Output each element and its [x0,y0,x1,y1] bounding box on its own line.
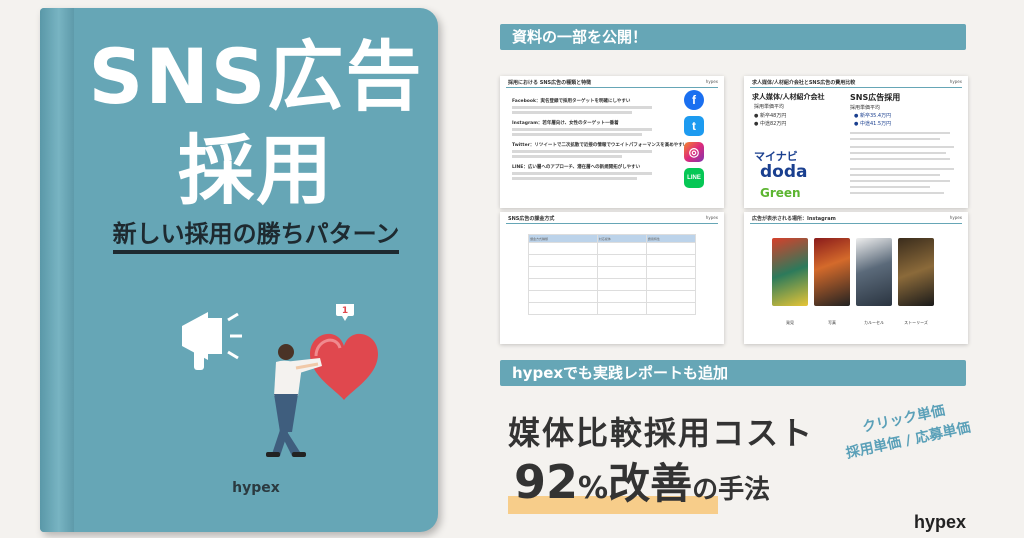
slide-divider [506,87,718,88]
slide-text-line [850,174,940,176]
slide-text-line [850,192,944,194]
table-header-cell: 対応媒体 [596,234,647,243]
slide-right-item: ● 中途41.5万円 [854,121,892,127]
table-header-cell: 課金方式種類 [528,234,598,243]
phone-screenshot [898,238,934,306]
instagram-icon: ◎ [684,142,704,162]
slide-text-line [512,111,632,114]
slide-heading: LINE：広い層へのアプローチ、潜在層への新規開拓がしやすい [512,165,641,170]
notification-badge-icon: 1 [336,304,354,321]
twitter-icon: t [684,116,704,136]
line-icon: LINE [684,168,704,188]
slide-text-line [512,155,622,158]
slide-text-line [512,177,637,180]
improvement-percent: % [578,471,609,506]
metrics-note: クリック単価 採用単価 / 応募単価 [833,394,979,466]
slide-text-line [850,146,954,148]
slide-brand: hypex [705,79,718,84]
slide-right-sub: 採用単価平均 [850,105,881,111]
slide-text-line [850,180,950,182]
phone-label: ストーリーズ [904,320,928,325]
facebook-icon: f [684,90,704,110]
slide-heading: Facebook：実名登録で採用ターゲットを明確にしやすい [512,99,631,104]
slide-text-line [850,138,940,140]
book-title-line1: SNS広告 [88,32,424,121]
phone-screenshot [814,238,850,306]
slide-text-line [850,158,950,160]
person-pushing-heart-illustration: 1 [182,304,378,457]
cost-comparison-title: 媒体比較採用コスト [508,414,815,452]
slide-divider [750,87,962,88]
slide-title: SNS広告の課金方式 [508,216,555,222]
phone-label: 写真 [828,320,836,325]
slide-left-sub: 採用単価平均 [754,104,785,110]
slide-right-item: ● 新卒35.4万円 [854,113,892,119]
table-row [528,302,697,315]
phone-label: カルーセル [864,320,884,325]
slide-text-line [850,132,950,134]
slide-left-item: ● 中途82万円 [754,121,787,127]
slide-text-line [850,168,954,170]
table-row [528,266,697,279]
book-brand: hypex [232,480,280,496]
book-spine [40,8,74,532]
phone-screenshot [856,238,892,306]
slide-text-line [512,150,652,153]
table-header-cell: 費用特性 [645,234,697,243]
green-logo: Green [760,186,801,200]
slide-cost-comparison: 求人媒体/人材紹介会社とSNS広告の費用比較 hypex 求人媒体/人材紹介会社… [744,76,968,208]
book-title: SNS広告 採用 [74,30,438,218]
slide-brand: hypex [949,79,962,84]
slide-text-line [512,133,642,136]
table-row [528,242,697,255]
book-title-line2: 採用 [178,126,334,215]
corner-brand-logo: hypex [914,512,967,532]
slide-title: 広告が表示される場所：Instagram [752,216,836,222]
table-row [528,290,697,303]
improvement-tail: の手法 [692,475,771,505]
book-subtitle-text: 新しい採用の勝ちパターン [112,220,400,254]
slide-text-line [850,152,946,154]
slide-title: 採用における SNS広告の種類と特徴 [508,80,592,86]
preview-banner: 資料の一部を公開！ [500,24,966,50]
slide-sns-ad-types: 採用における SNS広告の種類と特徴 hypex Facebook：実名登録で採… [500,76,724,208]
notification-count: 1 [342,306,348,316]
slide-right-heading: SNS広告採用 [850,93,901,102]
heart-icon [310,333,378,400]
slide-left-heading: 求人媒体/人材紹介会社 [752,93,825,101]
improvement-word: 改善 [608,459,693,508]
ebook-cover: SNS広告 採用 新しい採用の勝ちパターン 1 hypex [40,8,438,532]
book-subtitle: 新しい採用の勝ちパターン [74,214,438,254]
person-figure [266,344,322,457]
slide-text-line [512,172,652,175]
table-row [528,278,697,291]
improvement-number: 92 [514,455,579,509]
doda-logo: doda [760,162,808,182]
slide-divider [506,223,718,224]
billing-table: 課金方式種類 対応媒体 費用特性 [528,234,697,315]
slide-brand: hypex [705,215,718,220]
improvement-headline: 92%改善の手法 [508,450,771,514]
slide-left-item: ● 新卒48万円 [754,113,787,119]
table-header-row: 課金方式種類 対応媒体 費用特性 [528,234,697,243]
report-banner: hypexでも実践レポートも追加 [500,360,966,386]
phone-screenshot [772,238,808,306]
slide-heading: Twitter：リツイートで二次拡散で近接の情報でウエイトパフォーマンスを高めや… [512,143,688,148]
slide-heading: Instagram：若年層向け、女性のターゲット一番着 [512,121,619,126]
slide-text-line [512,128,652,131]
table-row [528,254,697,267]
slide-text-line [512,106,652,109]
slide-divider [750,223,962,224]
slide-instagram-placements: 広告が表示される場所：Instagram hypex 発見 写真 カルーセル ス… [744,212,968,344]
megaphone-icon [182,312,242,370]
slide-title: 求人媒体/人材紹介会社とSNS広告の費用比較 [752,80,856,86]
phone-label: 発見 [786,320,794,325]
slide-brand: hypex [949,215,962,220]
slide-text-line [850,186,930,188]
slide-billing-methods: SNS広告の課金方式 hypex 課金方式種類 対応媒体 費用特性 [500,212,724,344]
